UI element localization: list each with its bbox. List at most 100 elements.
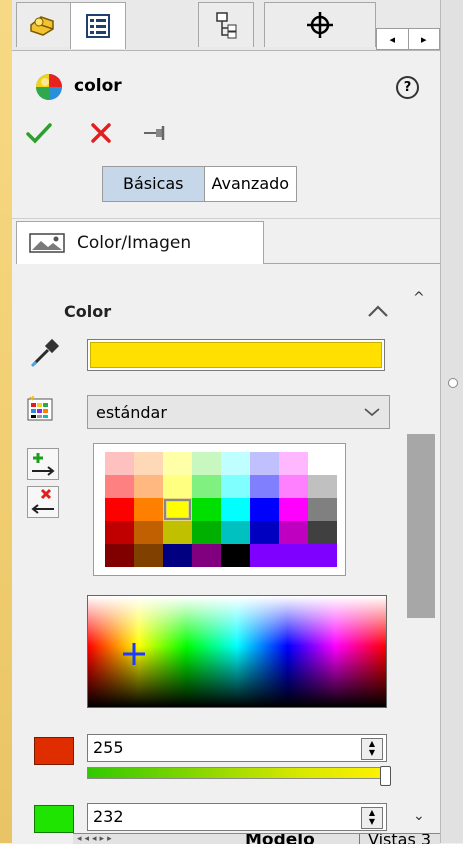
palette-select[interactable]: estándar	[87, 395, 390, 429]
color-swatch[interactable]	[192, 452, 221, 475]
mode-toggle: Básicas Avanzado	[102, 166, 298, 202]
color-swatch[interactable]	[105, 475, 134, 498]
color-swatch[interactable]	[163, 475, 192, 498]
splitter-grip[interactable]	[448, 378, 458, 388]
color-swatch[interactable]	[221, 475, 250, 498]
tab-model[interactable]: Modelo	[245, 834, 315, 844]
color-swatch[interactable]	[105, 521, 134, 544]
tab-scroll-right-button[interactable]: ▸	[409, 29, 440, 49]
tab-scroll-arrows: ◂ ▸	[376, 28, 440, 50]
color-swatch[interactable]	[192, 498, 221, 521]
color-swatch[interactable]	[279, 475, 308, 498]
current-color-swatch[interactable]	[87, 339, 385, 371]
tab-property-manager[interactable]	[70, 2, 126, 49]
color-swatch[interactable]	[163, 544, 192, 567]
tab-color-image-label: Color/Imagen	[77, 233, 192, 253]
red-value: 255	[93, 738, 124, 757]
color-swatch[interactable]	[192, 521, 221, 544]
color-swatch[interactable]	[250, 521, 279, 544]
color-swatch[interactable]	[134, 544, 163, 567]
color-swatch[interactable]	[105, 544, 134, 567]
cancel-x-icon[interactable]	[90, 122, 112, 144]
color-swatch[interactable]	[279, 521, 308, 544]
color-swatch[interactable]	[134, 475, 163, 498]
color-swatch[interactable]	[308, 498, 337, 521]
color-swatch[interactable]	[221, 498, 250, 521]
scroll-up-icon[interactable]: ^	[413, 290, 425, 306]
tab-3d-views[interactable]: Vistas 3	[359, 834, 431, 844]
color-swatch[interactable]	[134, 452, 163, 475]
color-swatch[interactable]	[279, 498, 308, 521]
window-frame-left	[0, 0, 12, 843]
color-swatch[interactable]	[279, 452, 308, 475]
color-swatch[interactable]	[308, 521, 337, 544]
palette-file-icon[interactable]	[27, 395, 53, 421]
crosshair-icon[interactable]	[122, 642, 146, 666]
collapse-chevron-icon[interactable]	[366, 303, 390, 319]
color-section-title: Color	[64, 302, 112, 321]
green-channel-chip	[34, 805, 74, 833]
help-button[interactable]: ?	[396, 76, 419, 99]
color-swatch[interactable]	[163, 498, 192, 521]
feature-manager-icon	[30, 16, 54, 36]
color-swatch[interactable]	[308, 452, 337, 475]
chevron-down-icon	[364, 408, 380, 417]
color-swatch[interactable]	[250, 544, 279, 567]
property-manager-title: color	[74, 76, 122, 96]
graphics-area-edge	[440, 0, 463, 843]
color-spectrum-picker[interactable]	[87, 595, 387, 708]
pin-icon[interactable]	[142, 124, 170, 142]
tab-color-image[interactable]: Color/Imagen	[16, 221, 264, 264]
property-manager-icon	[86, 14, 110, 38]
tab-feature-manager[interactable]	[16, 2, 72, 47]
red-spinner[interactable]: ▲ ▼	[361, 738, 383, 760]
scrollbar-thumb[interactable]	[407, 434, 435, 618]
eyedropper-icon[interactable]	[28, 336, 62, 370]
add-swatch-icon	[32, 453, 55, 476]
color-swatch[interactable]	[134, 521, 163, 544]
palette-select-value: estándar	[96, 402, 167, 422]
color-swatch[interactable]	[221, 452, 250, 475]
color-swatch[interactable]	[250, 475, 279, 498]
swatch-palette	[93, 443, 346, 576]
color-swatch[interactable]	[163, 452, 192, 475]
remove-swatch-button[interactable]	[27, 486, 59, 518]
color-swatch[interactable]	[192, 475, 221, 498]
green-spinner[interactable]: ▲ ▼	[361, 807, 383, 829]
remove-swatch-icon	[31, 488, 54, 514]
color-swatch[interactable]	[163, 521, 192, 544]
tab-configuration-manager[interactable]	[198, 2, 254, 47]
color-swatch[interactable]	[192, 544, 221, 567]
tab-dimxpert-manager[interactable]	[264, 2, 376, 47]
vertical-scrollbar[interactable]: ^ ⌄	[402, 288, 438, 833]
add-swatch-button[interactable]	[27, 448, 59, 480]
color-swatch[interactable]	[279, 544, 308, 567]
color-swatch[interactable]	[221, 544, 250, 567]
color-swatch[interactable]	[308, 544, 337, 567]
configuration-manager-icon	[216, 12, 237, 39]
current-color-fill	[90, 342, 382, 368]
color-swatch[interactable]	[308, 475, 337, 498]
tab-scroll-left-button[interactable]: ◂	[377, 29, 409, 49]
color-swatch[interactable]	[105, 498, 134, 521]
ok-check-icon[interactable]	[26, 122, 52, 144]
divider	[12, 218, 440, 219]
bottom-tab-strip: ◂◂◂▸▸ Modelo Vistas 3	[73, 833, 440, 844]
color-swatch[interactable]	[250, 452, 279, 475]
green-value-input[interactable]: 232 ▲ ▼	[87, 803, 387, 831]
red-slider-thumb[interactable]	[380, 766, 391, 786]
color-swatch[interactable]	[221, 521, 250, 544]
swatch-grid	[105, 452, 337, 567]
mode-advanced-button[interactable]: Avanzado	[205, 167, 297, 201]
color-swatch[interactable]	[134, 498, 163, 521]
mode-basic-button[interactable]: Básicas	[103, 167, 205, 201]
color-swatch[interactable]	[105, 452, 134, 475]
red-channel-chip	[34, 737, 74, 765]
color-swatch[interactable]	[250, 498, 279, 521]
red-value-input[interactable]: 255 ▲ ▼	[87, 734, 387, 762]
red-slider-track[interactable]	[87, 767, 387, 779]
green-value: 232	[93, 807, 124, 826]
scroll-down-icon[interactable]: ⌄	[413, 808, 425, 824]
manager-tab-bar: ◂ ▸	[12, 0, 440, 51]
image-icon	[29, 233, 65, 253]
